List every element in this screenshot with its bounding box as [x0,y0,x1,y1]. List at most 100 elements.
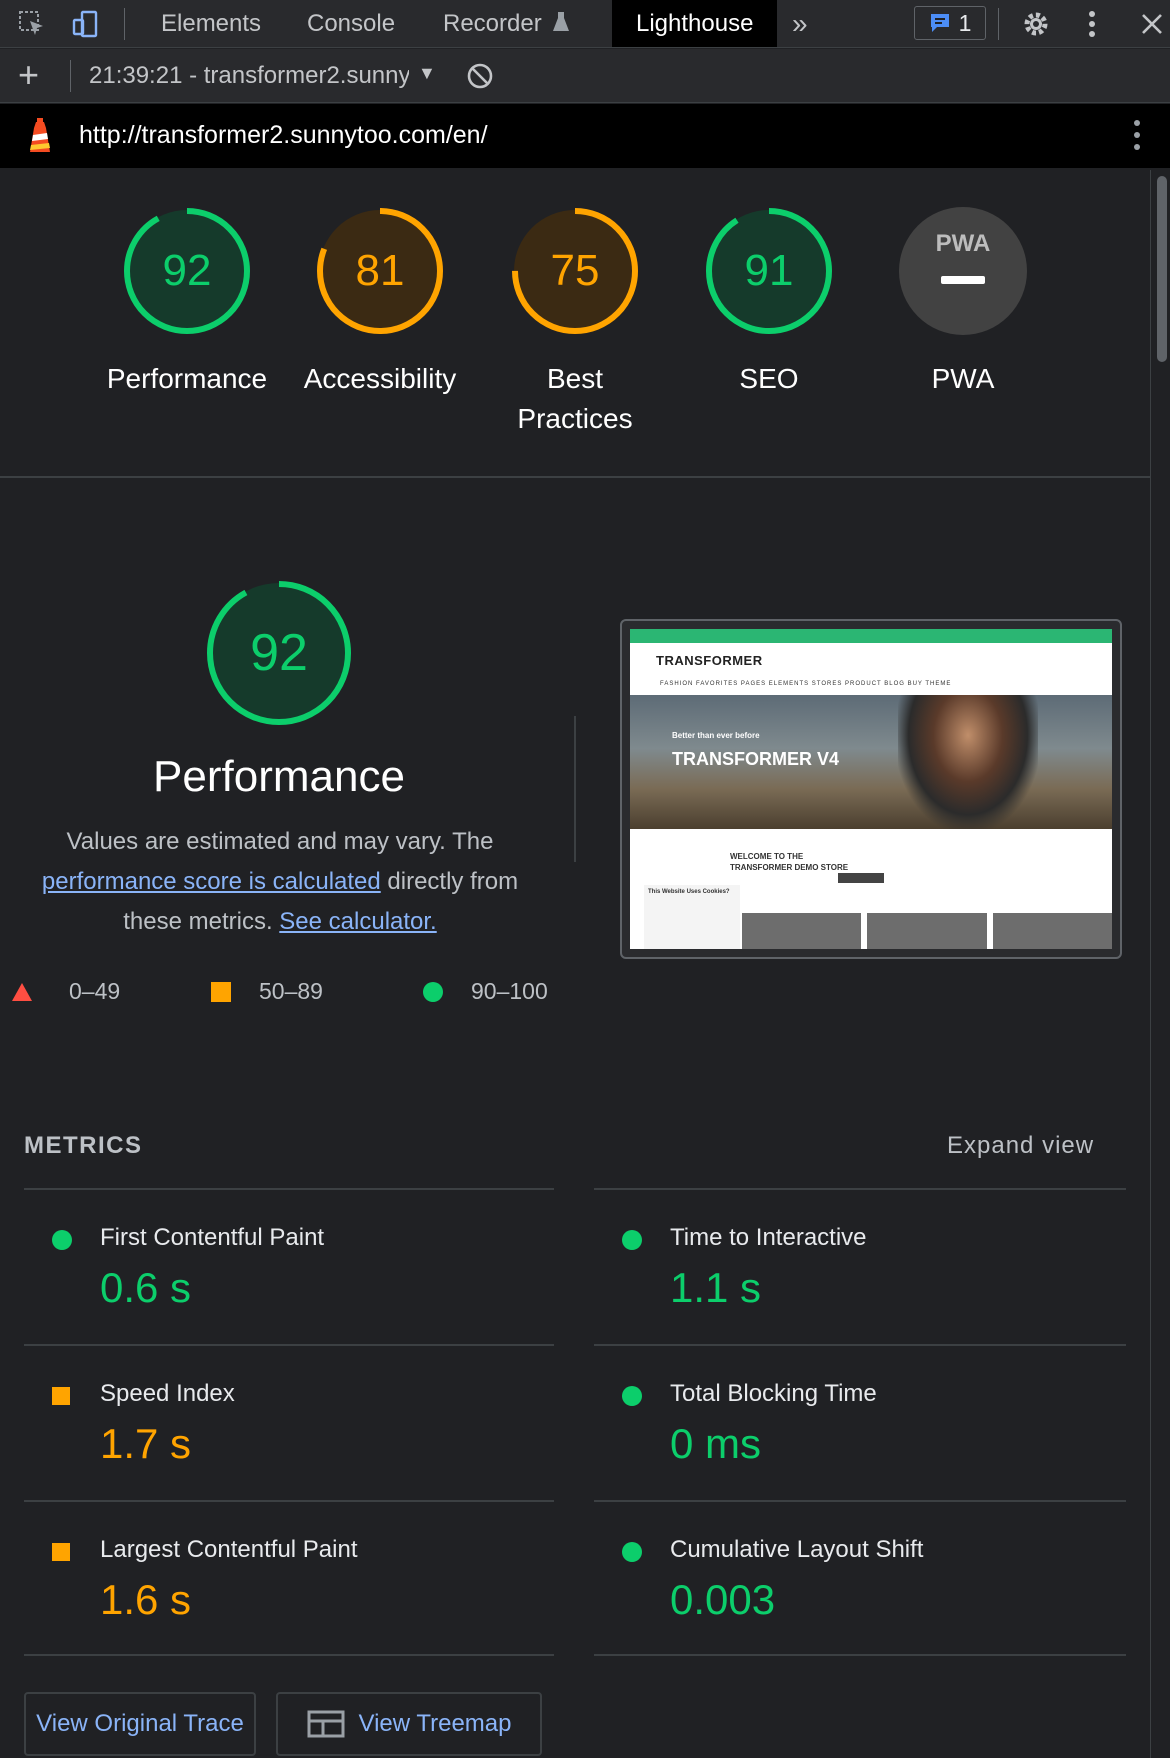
toolbar-divider [70,60,71,92]
screenshot-nav: FASHION FAVORITES PAGES ELEMENTS STORES … [660,681,952,687]
gauge-performance[interactable]: 92 Performance [92,205,282,399]
view-treemap-button[interactable]: View Treemap [276,1692,542,1756]
circle-icon [52,1230,72,1250]
gauge-label: PWA [931,363,995,394]
gauge-best-practices[interactable]: 75 Best Practices [480,205,670,439]
gauge-label: Accessibility [303,363,457,394]
screenshot-welcome: WELCOME TO THE TRANSFORMER DEMO STORE [730,851,848,873]
legend-fail-label: 0–49 [69,978,121,1004]
lighthouse-logo-icon [26,118,54,159]
metric-title: First Contentful Paint [100,1224,325,1251]
new-report-button[interactable]: + [18,55,39,95]
view-trace-label: View Original Trace [36,1710,244,1737]
metric-divider [594,1344,1126,1346]
metric-title: Cumulative Layout Shift [670,1536,924,1563]
screenshot-hero: Better than ever before TRANSFORMER V4 [630,695,1112,829]
desc-text: Values are estimated and may vary. The [66,828,494,855]
welcome-line: WELCOME TO THE [730,852,804,861]
treemap-icon [307,1710,345,1738]
gauge-label: Best Practices [517,363,633,434]
gauge-ring: 92 [124,208,250,334]
inspect-element-icon[interactable] [16,8,48,40]
metric-divider [594,1654,1126,1656]
metric-title: Speed Index [100,1380,235,1407]
tab-lighthouse[interactable]: Lighthouse [612,0,778,47]
clear-reports-icon[interactable] [466,62,494,95]
performance-description: Values are estimated and may vary. The p… [30,822,530,942]
screenshot-logo: TRANSFORMER [656,653,763,668]
metric-divider [594,1188,1126,1190]
screenshot-button [838,873,884,883]
expand-view-toggle[interactable]: Expand view [947,1132,1094,1160]
metric-divider [594,1500,1126,1502]
legend-fail: 0–49 [11,978,120,1005]
legend-pass: 90–100 [423,978,548,1005]
more-tabs-icon[interactable]: » [792,0,808,47]
tab-console[interactable]: Console [307,0,395,47]
page-screenshot: TRANSFORMER FASHION FAVORITES PAGES ELEM… [630,629,1112,949]
screenshot-cookie-banner: This Website Uses Cookies? [644,885,740,949]
metric-value: 1.1 s [670,1264,762,1311]
metric-value: 0 ms [670,1420,762,1467]
report-url-bar: http://transformer2.sunnytoo.com/en/ [0,104,1170,168]
tab-elements[interactable]: Elements [161,0,261,47]
square-icon [52,1387,70,1405]
see-calculator-link[interactable]: See calculator. [279,908,436,935]
circle-icon [622,1386,642,1406]
toolbar-divider [998,8,999,40]
hero-figure [898,695,1038,829]
gauge-ring: 81 [317,208,443,334]
circle-icon [423,981,443,1002]
devtools-tab-bar: Elements Console Recorder Lighthouse » 1 [0,0,1170,48]
metric-divider [24,1344,554,1346]
metric-title: Largest Contentful Paint [100,1536,358,1563]
gauge-ring: 91 [706,208,832,334]
score-calculated-link[interactable]: performance score is calculated [42,868,381,895]
kebab-menu-icon[interactable] [1076,8,1108,40]
metric-divider [24,1654,554,1656]
chevron-down-icon[interactable]: ▼ [418,63,436,84]
gauge-seo[interactable]: 91 SEO [674,205,864,399]
circle-icon [622,1542,642,1562]
performance-score: 92 [250,624,308,682]
hero-kicker: Better than ever before [672,731,760,740]
view-original-trace-button[interactable]: View Original Trace [24,1692,256,1756]
gear-icon[interactable] [1020,8,1052,40]
metric-divider [24,1188,554,1190]
gauge-accessibility[interactable]: 81 Accessibility [285,205,475,399]
pwa-badge-icon: PWA [899,207,1027,335]
metric-title: Total Blocking Time [670,1380,877,1407]
report-menu-icon[interactable] [1134,120,1140,150]
gauge-pwa[interactable]: PWA PWA [868,205,1058,399]
metric-divider [24,1500,554,1502]
metric-value: 1.6 s [100,1576,192,1623]
final-screenshot-thumbnail[interactable]: TRANSFORMER FASHION FAVORITES PAGES ELEM… [620,619,1122,959]
view-treemap-label: View Treemap [358,1710,512,1737]
welcome-line: TRANSFORMER DEMO STORE [730,863,849,872]
svg-text:81: 81 [356,246,405,295]
metric-title: Time to Interactive [670,1224,867,1251]
message-icon [930,14,949,32]
vertical-divider [574,716,576,862]
issues-button[interactable]: 1 [914,6,986,40]
device-toolbar-icon[interactable] [70,8,102,40]
performance-title: Performance [153,752,405,801]
hero-headline: TRANSFORMER V4 [672,749,840,769]
tab-recorder[interactable]: Recorder [443,0,570,47]
square-icon [52,1543,70,1561]
metric-value: 1.7 s [100,1420,192,1467]
scrollbar-track[interactable] [1150,170,1170,1758]
metric-value: 0.003 [670,1576,776,1623]
pwa-badge-text: PWA [936,230,991,257]
toolbar-divider [124,8,125,40]
legend-average: 50–89 [211,978,323,1005]
report-url[interactable]: http://transformer2.sunnytoo.com/en/ [79,121,488,150]
scrollbar-thumb[interactable] [1157,176,1167,362]
report-selector[interactable]: 21:39:21 - transformer2.sunnytoo.com [89,62,409,90]
metrics-heading: METRICS [24,1132,143,1159]
close-icon[interactable] [1136,8,1168,40]
gauge-label: Performance [106,363,268,394]
performance-gauge-large: 92 [204,578,354,733]
lighthouse-toolbar: + 21:39:21 - transformer2.sunnytoo.com ▼ [0,49,1170,103]
gauge-ring: 75 [512,208,638,334]
